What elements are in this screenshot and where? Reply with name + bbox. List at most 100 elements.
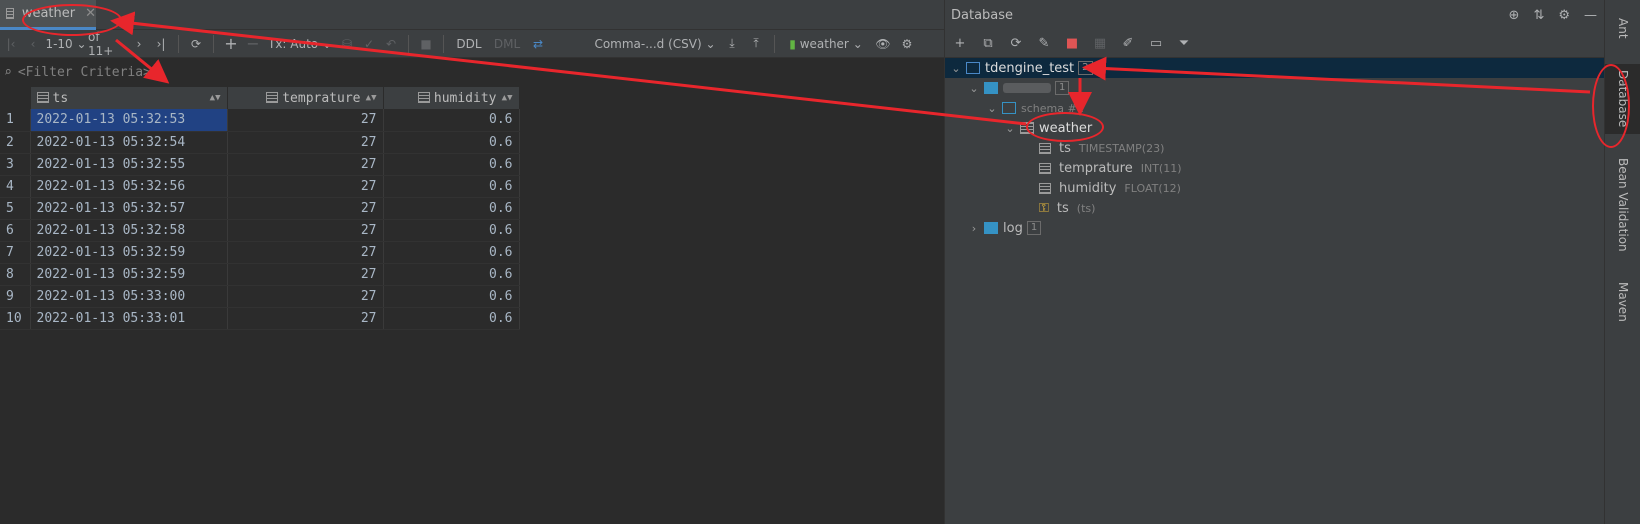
cell-humidity[interactable]: 0.6: [383, 131, 520, 154]
tree-node-database[interactable]: ⌄ 1: [945, 78, 1605, 98]
collapse-icon[interactable]: ⇅: [1533, 8, 1544, 23]
column-header-temprature[interactable]: temprature ▲▼: [227, 87, 384, 109]
chevron-down-icon[interactable]: ⌄: [949, 62, 963, 75]
table-row[interactable]: 8 2022-01-13 05:32:59 27 0.6: [0, 263, 520, 286]
cell-temprature[interactable]: 27: [227, 307, 384, 330]
cell-ts[interactable]: 2022-01-13 05:32:54: [30, 131, 228, 154]
compare-icon[interactable]: ⇄: [526, 30, 550, 58]
side-tab-ant[interactable]: Ant: [1605, 8, 1640, 48]
sort-icon[interactable]: ▲▼: [502, 93, 513, 103]
table-row[interactable]: 2 2022-01-13 05:32:54 27 0.6: [0, 131, 520, 154]
ddl-button[interactable]: DDL: [450, 30, 488, 58]
table-row[interactable]: 1 2022-01-13 05:32:53 27 0.6: [0, 109, 520, 132]
table-row[interactable]: 3 2022-01-13 05:32:55 27 0.6: [0, 153, 520, 176]
cell-temprature[interactable]: 27: [227, 175, 384, 198]
refresh-icon[interactable]: ⟳: [185, 30, 207, 58]
gear-icon[interactable]: ⚙: [895, 30, 919, 58]
chevron-down-icon[interactable]: ⌄: [967, 82, 981, 95]
refresh-icon[interactable]: ⟳: [1007, 36, 1025, 51]
sort-icon[interactable]: ▲▼: [210, 93, 221, 103]
export-download-icon[interactable]: ⤓: [720, 30, 744, 58]
cell-humidity[interactable]: 0.6: [383, 219, 520, 242]
filter-bar[interactable]: ⌕ <Filter Criteria>: [0, 58, 944, 86]
cell-temprature[interactable]: 27: [227, 285, 384, 308]
tree-node-datasource[interactable]: ⌄ tdengine_test 2: [945, 58, 1605, 78]
remove-row-icon[interactable]: −: [242, 30, 264, 58]
side-tab-maven[interactable]: Maven: [1605, 274, 1640, 330]
cell-humidity[interactable]: 0.6: [383, 285, 520, 308]
tree-node-column[interactable]: ts TIMESTAMP(23): [945, 138, 1605, 158]
side-tab-bean-validation[interactable]: Bean Validation: [1605, 150, 1640, 260]
table-row[interactable]: 10 2022-01-13 05:33:01 27 0.6: [0, 307, 520, 330]
cell-temprature[interactable]: 27: [227, 131, 384, 154]
column-header-humidity[interactable]: humidity ▲▼: [383, 87, 520, 109]
row-number: 10: [0, 307, 31, 330]
commit-check-icon[interactable]: ✓: [358, 30, 380, 58]
tx-mode-select[interactable]: Tx: Auto ⌄: [264, 30, 336, 58]
cell-ts[interactable]: 2022-01-13 05:32:53: [30, 109, 228, 132]
disconnect-icon[interactable]: ■: [1063, 36, 1081, 51]
cell-humidity[interactable]: 0.6: [383, 175, 520, 198]
export-format-select[interactable]: Comma-...d (CSV) ⌄: [590, 30, 720, 58]
cell-humidity[interactable]: 0.6: [383, 263, 520, 286]
cell-ts[interactable]: 2022-01-13 05:32:59: [30, 241, 228, 264]
minimize-icon[interactable]: —: [1584, 8, 1597, 23]
cell-humidity[interactable]: 0.6: [383, 307, 520, 330]
cell-ts[interactable]: 2022-01-13 05:33:01: [30, 307, 228, 330]
view-eye-icon[interactable]: 👁: [871, 30, 895, 58]
cell-ts[interactable]: 2022-01-13 05:32:59: [30, 263, 228, 286]
globe-icon[interactable]: ⊕: [1509, 8, 1520, 23]
cell-humidity[interactable]: 0.6: [383, 241, 520, 264]
table-view-icon[interactable]: ▦: [1091, 36, 1109, 51]
cell-temprature[interactable]: 27: [227, 263, 384, 286]
cell-ts[interactable]: 2022-01-13 05:32:58: [30, 219, 228, 242]
edit-properties-icon[interactable]: ✎: [1035, 36, 1053, 51]
tree-node-column[interactable]: humidity FLOAT(12): [945, 178, 1605, 198]
cell-ts[interactable]: 2022-01-13 05:32:57: [30, 197, 228, 220]
tree-node-log[interactable]: › log 1: [945, 218, 1605, 238]
cell-temprature[interactable]: 27: [227, 197, 384, 220]
sort-icon[interactable]: ▲▼: [366, 93, 377, 103]
table-row[interactable]: 5 2022-01-13 05:32:57 27 0.6: [0, 197, 520, 220]
row-number: 7: [0, 241, 31, 264]
column-header-ts[interactable]: ts ▲▼: [30, 87, 228, 109]
filter-icon[interactable]: ⏷: [1175, 36, 1193, 51]
rollback-icon[interactable]: ↶: [380, 30, 402, 58]
console-icon[interactable]: ▭: [1147, 36, 1165, 51]
cell-ts[interactable]: 2022-01-13 05:32:55: [30, 153, 228, 176]
edit-icon[interactable]: ✐: [1119, 36, 1137, 51]
cell-temprature[interactable]: 27: [227, 109, 384, 132]
cell-humidity[interactable]: 0.6: [383, 153, 520, 176]
copy-icon[interactable]: ⧉: [979, 36, 997, 51]
gear-icon[interactable]: ⚙: [1558, 8, 1570, 23]
cell-humidity[interactable]: 0.6: [383, 197, 520, 220]
chevron-right-icon[interactable]: ›: [967, 222, 981, 235]
chevron-down-icon[interactable]: ⌄: [985, 102, 999, 115]
table-selector[interactable]: ▮ weather ⌄: [781, 30, 871, 58]
cell-temprature[interactable]: 27: [227, 219, 384, 242]
tree-node-key[interactable]: ⚿ ts (ts): [945, 198, 1605, 218]
table-row[interactable]: 7 2022-01-13 05:32:59 27 0.6: [0, 241, 520, 264]
table-row[interactable]: 4 2022-01-13 05:32:56 27 0.6: [0, 175, 520, 198]
add-row-icon[interactable]: +: [220, 30, 242, 58]
cell-humidity[interactable]: 0.6: [383, 109, 520, 132]
next-page-icon[interactable]: ›: [128, 30, 150, 58]
cell-temprature[interactable]: 27: [227, 153, 384, 176]
dml-button[interactable]: DML: [488, 30, 526, 58]
upload-icon[interactable]: ⤒: [744, 30, 768, 58]
chevron-down-icon[interactable]: ⌄: [1003, 122, 1017, 135]
filter-input[interactable]: <Filter Criteria>: [18, 65, 151, 80]
prev-page-icon[interactable]: ‹: [22, 30, 44, 58]
last-page-icon[interactable]: ›|: [150, 30, 172, 58]
first-page-icon[interactable]: |‹: [0, 30, 22, 58]
cell-temprature[interactable]: 27: [227, 241, 384, 264]
stop-icon[interactable]: ■: [415, 30, 437, 58]
table-row[interactable]: 6 2022-01-13 05:32:58 27 0.6: [0, 219, 520, 242]
cell-ts[interactable]: 2022-01-13 05:33:00: [30, 285, 228, 308]
search-filter-icon: ⌕: [4, 64, 12, 80]
tree-node-column[interactable]: temprature INT(11): [945, 158, 1605, 178]
table-row[interactable]: 9 2022-01-13 05:33:00 27 0.6: [0, 285, 520, 308]
db-commit-icon[interactable]: ⛁: [336, 30, 358, 58]
cell-ts[interactable]: 2022-01-13 05:32:56: [30, 175, 228, 198]
add-icon[interactable]: +: [951, 36, 969, 51]
